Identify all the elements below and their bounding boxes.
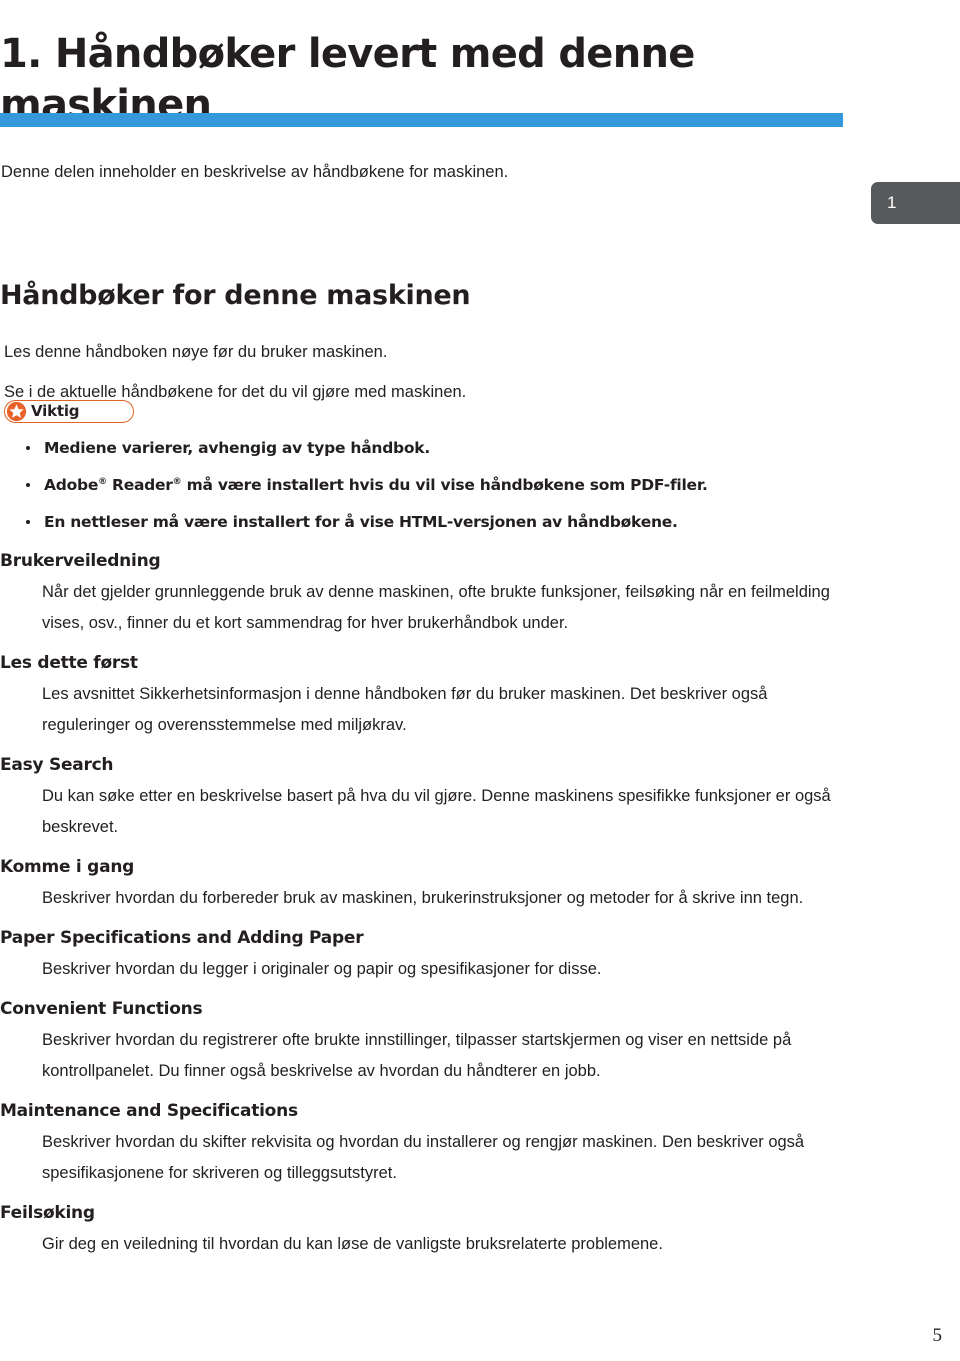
folio-page-number: 5 — [932, 1325, 943, 1346]
document-page: 1. Håndbøker levert med denne maskinen D… — [0, 0, 960, 1361]
manual-entry-title: Easy Search — [0, 755, 114, 775]
star-icon — [6, 401, 27, 422]
manual-entry: Les dette først Les avsnittet Sikkerhets… — [0, 651, 860, 741]
manual-entry: Easy Search Du kan søke etter en beskriv… — [0, 753, 860, 843]
page-number-tab: 1 — [871, 182, 960, 224]
bullet-dot-icon — [26, 483, 30, 487]
manual-entry-body: Beskriver hvordan du registrerer ofte br… — [42, 1031, 792, 1080]
manual-entry: Paper Specifications and Adding Paper Be… — [0, 926, 860, 985]
manual-entry: Maintenance and Specifications Beskriver… — [0, 1099, 860, 1189]
manual-entry-body: Beskriver hvordan du legger i originaler… — [42, 960, 602, 978]
accent-rule-bar — [0, 113, 843, 127]
list-item-label: Adobe® Reader® må være installert hvis d… — [44, 476, 708, 494]
manual-entry: Convenient Functions Beskriver hvordan d… — [0, 997, 860, 1087]
manual-entry-title: Maintenance and Specifications — [0, 1101, 298, 1121]
manual-entry-body: Når det gjelder grunnleggende bruk av de… — [42, 583, 830, 632]
manual-entry-body: Du kan søke etter en beskrivelse basert … — [42, 787, 831, 836]
manual-entry: Komme i gang Beskriver hvordan du forber… — [0, 855, 860, 914]
list-item-label: Mediene varierer, avhengig av type håndb… — [44, 439, 430, 457]
list-item: Adobe® Reader® må være installert hvis d… — [22, 475, 852, 495]
manual-list: Brukerveiledning Når det gjelder grunnle… — [0, 549, 860, 1272]
important-notice-badge: Viktig — [4, 400, 134, 423]
manual-entry-body: Gir deg en veiledning til hvordan du kan… — [42, 1235, 663, 1253]
list-item-label: En nettleser må være installert for å vi… — [44, 513, 678, 531]
bullet-dot-icon — [26, 446, 30, 450]
manual-entry-title: Brukerveiledning — [0, 551, 161, 571]
section-lead-line-1: Les denne håndboken nøye før du bruker m… — [4, 342, 388, 361]
bullet-dot-icon — [26, 520, 30, 524]
manual-entry-body: Les avsnittet Sikkerhetsinformasjon i de… — [42, 685, 768, 734]
list-item: En nettleser må være installert for å vi… — [22, 512, 852, 532]
manual-entry-title: Les dette først — [0, 653, 138, 673]
important-notice-label: Viktig — [31, 402, 80, 420]
chapter-intro-text: Denne delen inneholder en beskrivelse av… — [1, 162, 509, 181]
notice-bullet-list: Mediene varierer, avhengig av type håndb… — [22, 438, 852, 549]
section-heading: Håndbøker for denne maskinen — [0, 280, 471, 312]
manual-entry-title: Komme i gang — [0, 857, 135, 877]
manual-entry: Brukerveiledning Når det gjelder grunnle… — [0, 549, 860, 639]
manual-entry-body: Beskriver hvordan du skifter rekvisita o… — [42, 1133, 805, 1182]
manual-entry-body: Beskriver hvordan du forbereder bruk av … — [42, 889, 804, 907]
manual-entry-title: Feilsøking — [0, 1203, 95, 1223]
page-tab-label: 1 — [887, 193, 897, 212]
manual-entry: Feilsøking Gir deg en veiledning til hvo… — [0, 1201, 860, 1260]
list-item: Mediene varierer, avhengig av type håndb… — [22, 438, 852, 458]
manual-entry-title: Paper Specifications and Adding Paper — [0, 928, 364, 948]
manual-entry-title: Convenient Functions — [0, 999, 203, 1019]
